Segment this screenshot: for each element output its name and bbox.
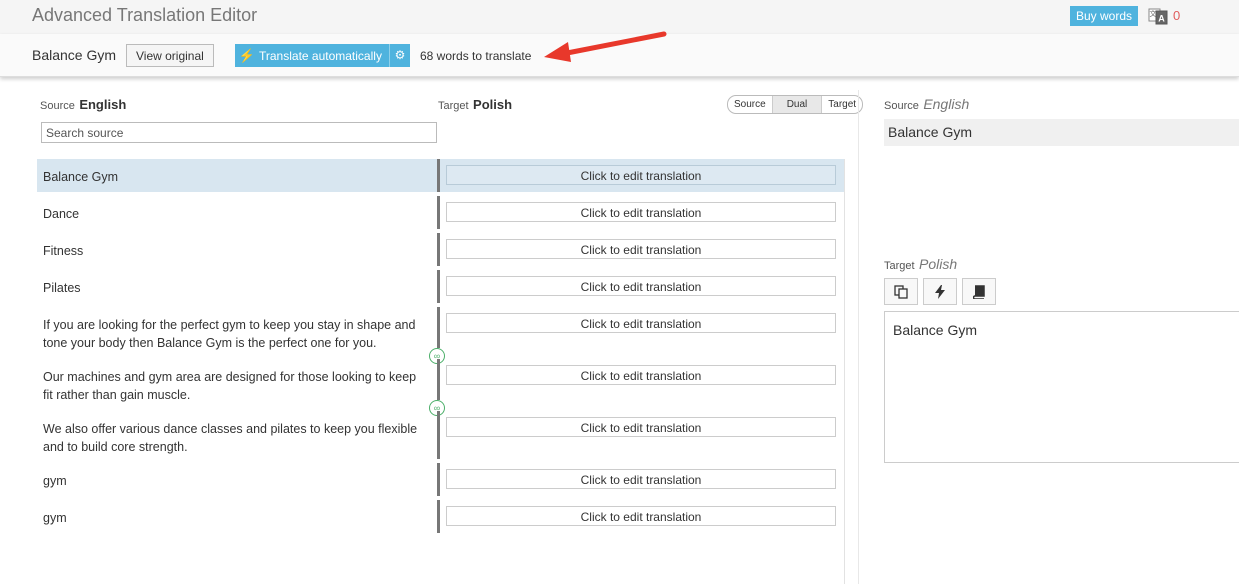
segment-source-text: Pilates bbox=[43, 281, 81, 295]
document-title: Balance Gym bbox=[32, 47, 117, 63]
words-to-translate-count: 68 words to translate bbox=[420, 49, 532, 63]
edit-translation-button[interactable]: Click to edit translation bbox=[446, 365, 836, 385]
segment-row[interactable]: gym Click to edit translation bbox=[37, 463, 844, 496]
svg-text:A: A bbox=[1158, 14, 1165, 24]
segment-status-bar bbox=[437, 411, 440, 459]
segment-row[interactable]: Our machines and gym area are designed f… bbox=[37, 359, 844, 407]
copy-icon bbox=[894, 284, 908, 299]
red-arrow-annotation bbox=[544, 31, 667, 62]
segment-source-text: Our machines and gym area are designed f… bbox=[43, 370, 417, 402]
gear-icon[interactable]: ⚙ bbox=[389, 44, 410, 67]
segment-source-text: Dance bbox=[43, 207, 80, 221]
edit-translation-button[interactable]: Click to edit translation bbox=[446, 239, 836, 259]
search-source-input[interactable] bbox=[41, 122, 437, 143]
svg-text:文: 文 bbox=[1150, 9, 1157, 18]
translate-language-icon[interactable]: A 文 bbox=[1148, 6, 1168, 26]
target-translation-editor[interactable]: Balance Gym bbox=[884, 311, 1239, 463]
translate-automatically-button[interactable]: ⚡ Translate automatically ⚙ bbox=[235, 44, 410, 67]
segment-status-bar bbox=[437, 307, 440, 348]
list-divider bbox=[844, 159, 845, 584]
edit-translation-button[interactable]: Click to edit translation bbox=[446, 313, 836, 333]
segment-row[interactable]: Pilates Click to edit translation bbox=[37, 270, 844, 303]
segment-source-text: We also offer various dance classes and … bbox=[43, 422, 418, 454]
edit-translation-button[interactable]: Click to edit translation bbox=[446, 469, 836, 489]
mode-target[interactable]: Target bbox=[822, 96, 862, 113]
book-icon bbox=[972, 284, 985, 299]
segment-row[interactable]: Fitness Click to edit translation bbox=[37, 233, 844, 266]
segment-row[interactable]: If you are looking for the perfect gym t… bbox=[37, 307, 844, 355]
target-language: Polish bbox=[473, 97, 513, 112]
edit-translation-button[interactable]: Click to edit translation bbox=[446, 202, 836, 222]
credit-count: 0 bbox=[1173, 8, 1181, 23]
segment-status-bar bbox=[437, 463, 440, 496]
segment-source-text: If you are looking for the perfect gym t… bbox=[43, 318, 416, 350]
segment-status-bar bbox=[437, 270, 440, 303]
view-mode-switch: Source Dual Target bbox=[727, 95, 864, 114]
segment-source-text: gym bbox=[43, 511, 67, 525]
lightning-icon: ⚡ bbox=[238, 47, 256, 63]
detail-source-header: Source English bbox=[884, 96, 969, 114]
detail-source-label: Source bbox=[884, 100, 919, 112]
segment-source-text: Fitness bbox=[43, 244, 84, 258]
segment-status-bar bbox=[437, 233, 440, 266]
detail-target-label: Target bbox=[884, 260, 915, 272]
segment-row[interactable]: Dance Click to edit translation bbox=[37, 196, 844, 229]
mode-dual[interactable]: Dual bbox=[771, 96, 823, 113]
machine-translate-button[interactable] bbox=[923, 278, 957, 305]
lightning-icon bbox=[935, 284, 945, 299]
list-source-header: Source English bbox=[40, 96, 126, 114]
segment-row[interactable]: We also offer various dance classes and … bbox=[37, 411, 844, 459]
segment-source-text: gym bbox=[43, 474, 67, 488]
translate-automatically-label: Translate automatically bbox=[259, 48, 382, 63]
buy-words-button[interactable]: Buy words bbox=[1070, 6, 1139, 26]
segment-source-text: Balance Gym bbox=[43, 170, 119, 184]
source-language: English bbox=[79, 97, 127, 112]
detail-target-header: Target Polish bbox=[884, 256, 957, 274]
detail-target-language: Polish bbox=[919, 256, 958, 272]
edit-translation-button[interactable]: Click to edit translation bbox=[446, 506, 836, 526]
view-original-button[interactable]: View original bbox=[126, 44, 214, 67]
app-title: Advanced Translation Editor bbox=[32, 5, 258, 25]
copy-source-button[interactable] bbox=[884, 278, 918, 305]
list-target-header: Target Polish bbox=[438, 96, 512, 114]
segment-row[interactable]: Balance Gym Click to edit translation bbox=[37, 159, 844, 192]
edit-translation-button[interactable]: Click to edit translation bbox=[446, 165, 836, 185]
target-label: Target bbox=[438, 100, 469, 112]
segment-row[interactable]: gym Click to edit translation bbox=[37, 500, 844, 533]
panel-divider bbox=[858, 90, 859, 584]
segment-status-bar bbox=[437, 500, 440, 533]
detail-source-language: English bbox=[923, 96, 970, 112]
source-label: Source bbox=[40, 100, 75, 112]
detail-source-text: Balance Gym bbox=[884, 119, 1239, 146]
segment-status-bar bbox=[437, 159, 440, 192]
edit-translation-button[interactable]: Click to edit translation bbox=[446, 417, 836, 437]
segment-status-bar bbox=[437, 359, 440, 400]
glossary-button[interactable] bbox=[962, 278, 996, 305]
edit-translation-button[interactable]: Click to edit translation bbox=[446, 276, 836, 296]
segment-status-bar bbox=[437, 196, 440, 229]
mode-source[interactable]: Source bbox=[728, 96, 772, 113]
